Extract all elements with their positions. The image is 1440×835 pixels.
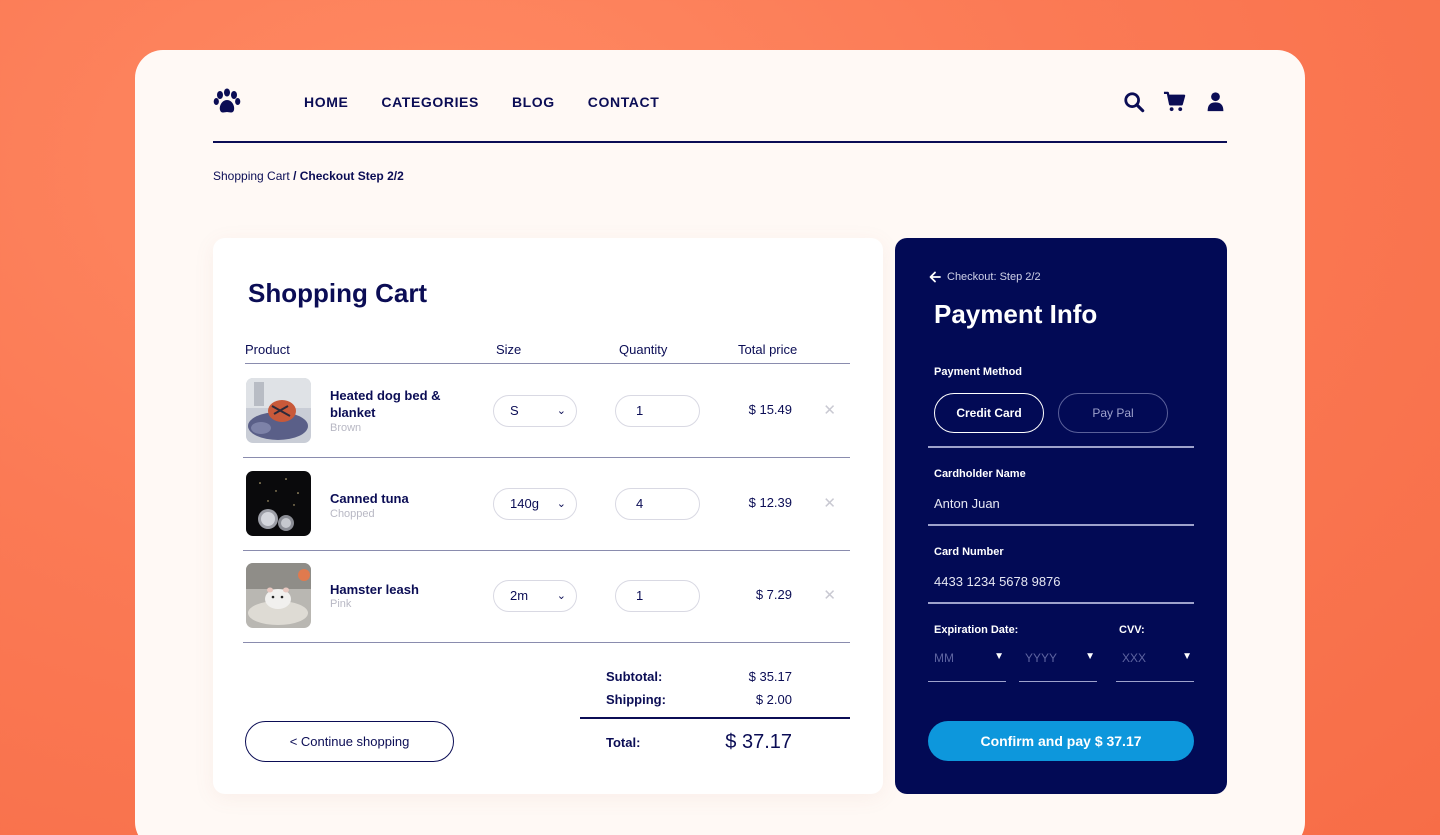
- cvv-label: CVV:: [1119, 624, 1145, 636]
- nav-home[interactable]: HOME: [304, 94, 348, 110]
- header-divider: [213, 141, 1227, 143]
- chevron-down-icon: ⌄: [556, 498, 566, 510]
- col-size: Size: [496, 342, 522, 357]
- chevron-down-icon: ⌄: [556, 405, 566, 417]
- remove-item-icon[interactable]: ✕: [823, 494, 836, 512]
- breadcrumb: Shopping Cart / Checkout Step 2/2: [213, 169, 404, 183]
- breadcrumb-shopping-cart[interactable]: Shopping Cart: [213, 169, 290, 183]
- cardholder-underline: [928, 524, 1194, 526]
- main-nav: HOME CATEGORIES BLOG CONTACT: [304, 94, 692, 110]
- cardholder-name-field[interactable]: Anton Juan: [934, 496, 1000, 511]
- nav-contact[interactable]: CONTACT: [588, 94, 660, 110]
- quantity-input[interactable]: 4: [615, 488, 700, 520]
- size-select[interactable]: 2m ⌄: [493, 580, 577, 612]
- divider: [928, 446, 1194, 448]
- product-image-canned-tuna: [246, 471, 311, 536]
- breadcrumb-current: / Checkout Step 2/2: [293, 169, 404, 183]
- product-name: Heated dog bed & blanket: [330, 388, 441, 420]
- cart-table-header: Product Size Quantity Total price: [245, 342, 850, 364]
- arrow-left-icon: [929, 271, 941, 283]
- continue-shopping-button[interactable]: < Continue shopping: [245, 721, 454, 762]
- nav-categories[interactable]: CATEGORIES: [381, 94, 479, 110]
- col-quantity: Quantity: [619, 342, 668, 357]
- nav-blog[interactable]: BLOG: [512, 94, 555, 110]
- subtotal-label: Subtotal:: [606, 669, 663, 684]
- summary-divider: [580, 717, 850, 719]
- year-placeholder: YYYY: [1025, 651, 1058, 665]
- quantity-input[interactable]: 1: [615, 395, 700, 427]
- product-image-dog-bed: [246, 378, 311, 443]
- remove-item-icon[interactable]: ✕: [823, 586, 836, 604]
- product-image-hamster-leash: [246, 563, 311, 628]
- item-total-price: $ 12.39: [748, 495, 792, 510]
- paypal-option[interactable]: Pay Pal: [1058, 393, 1168, 433]
- chevron-down-icon: ⌄: [556, 590, 566, 602]
- search-icon[interactable]: [1122, 90, 1145, 113]
- shopping-cart-panel: Shopping Cart Product Size Quantity Tota…: [213, 238, 883, 794]
- item-total-price: $ 7.29: [755, 587, 792, 602]
- card-number-underline: [928, 602, 1194, 604]
- payment-info-panel: Checkout: Step 2/2 Payment Info Payment …: [895, 238, 1227, 794]
- page-frame: HOME CATEGORIES BLOG CONTACT Shopping Ca…: [135, 50, 1305, 835]
- product-name: Canned tuna: [330, 491, 409, 506]
- cvv-placeholder: XXX: [1122, 651, 1147, 665]
- chevron-down-icon: ▼: [1182, 651, 1192, 662]
- payment-title: Payment Info: [934, 299, 1098, 329]
- cart-row: Hamster leash Pink 2m ⌄ 1 $ 7.29 ✕: [243, 550, 850, 643]
- quantity-input[interactable]: 1: [615, 580, 700, 612]
- chevron-down-icon: ▼: [994, 651, 1004, 662]
- expiry-month-select[interactable]: MM ▼: [928, 648, 1006, 682]
- cart-row: Heated dog bed & blanket Brown S ⌄ 1 $ 1…: [243, 365, 850, 458]
- cart-row: Canned tuna Chopped 140g ⌄ 4 $ 12.39 ✕: [243, 458, 850, 551]
- remove-item-icon[interactable]: ✕: [823, 401, 836, 419]
- cart-title: Shopping Cart: [248, 278, 428, 308]
- card-number-field[interactable]: 4433 1234 5678 9876: [934, 574, 1061, 589]
- total-label: Total:: [606, 735, 641, 750]
- product-name: Hamster leash: [330, 582, 419, 597]
- checkout-step-label: Checkout: Step 2/2: [947, 271, 1041, 283]
- payment-method-label: Payment Method: [934, 366, 1023, 378]
- credit-card-option[interactable]: Credit Card: [934, 393, 1044, 433]
- product-variant: Brown: [330, 422, 362, 434]
- user-icon[interactable]: [1204, 90, 1227, 113]
- product-variant: Chopped: [330, 508, 375, 520]
- size-select[interactable]: S ⌄: [493, 395, 577, 427]
- card-number-label: Card Number: [934, 546, 1004, 558]
- size-value: 140g: [510, 496, 539, 511]
- shipping-value: $ 2.00: [755, 692, 792, 707]
- expiration-date-label: Expiration Date:: [934, 624, 1019, 636]
- subtotal-value: $ 35.17: [748, 669, 792, 684]
- col-product: Product: [245, 342, 290, 357]
- chevron-down-icon: ▼: [1085, 651, 1095, 662]
- cvv-select[interactable]: XXX ▼: [1116, 648, 1194, 682]
- size-select[interactable]: 140g ⌄: [493, 488, 577, 520]
- size-value: 2m: [510, 588, 529, 603]
- item-total-price: $ 15.49: [748, 402, 792, 417]
- header-actions: [1122, 90, 1227, 113]
- checkout-back-link[interactable]: Checkout: Step 2/2: [929, 271, 1041, 283]
- shipping-label: Shipping:: [606, 692, 666, 707]
- total-value: $ 37.17: [725, 731, 792, 753]
- size-value: S: [510, 403, 519, 418]
- col-total-price: Total price: [738, 342, 798, 357]
- month-placeholder: MM: [934, 651, 954, 665]
- paw-icon[interactable]: [213, 88, 241, 116]
- confirm-and-pay-button[interactable]: Confirm and pay $ 37.17: [928, 721, 1194, 761]
- product-variant: Pink: [330, 598, 352, 610]
- expiry-year-select[interactable]: YYYY ▼: [1019, 648, 1097, 682]
- cardholder-name-label: Cardholder Name: [934, 468, 1026, 480]
- cart-icon[interactable]: [1163, 90, 1186, 113]
